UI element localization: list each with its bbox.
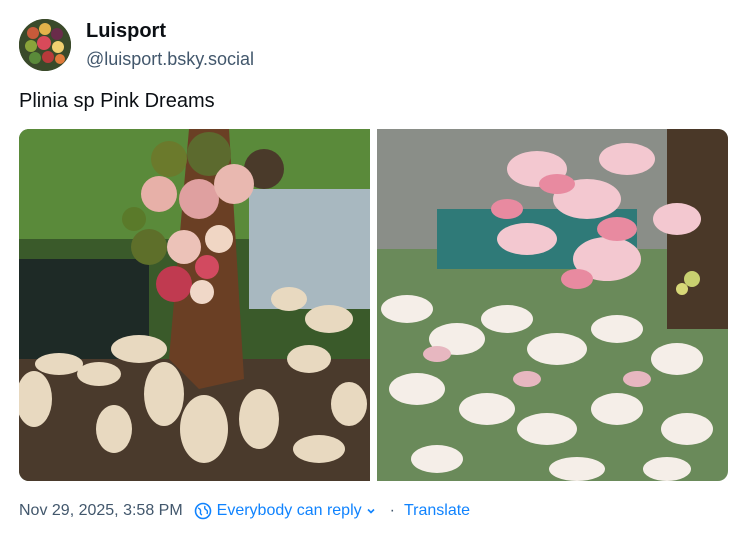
meta-separator: · <box>389 502 395 519</box>
post-image-2[interactable] <box>377 129 728 481</box>
author-display-name[interactable]: Luisport <box>86 20 166 43</box>
author-handle[interactable]: @luisport.bsky.social <box>86 49 254 70</box>
avatar[interactable] <box>19 19 71 71</box>
globe-icon <box>194 502 211 520</box>
post-image-1[interactable] <box>19 129 370 481</box>
reply-settings-label: Everybody can reply <box>216 502 362 519</box>
translate-link[interactable]: Translate <box>404 502 470 520</box>
chevron-down-icon <box>367 508 375 514</box>
post-timestamp[interactable]: Nov 29, 2025, 3:58 PM <box>19 502 183 520</box>
post-media-grid <box>19 129 728 481</box>
post-meta: Nov 29, 2025, 3:58 PM Everybody can repl… <box>19 502 470 520</box>
post-text: Plinia sp Pink Dreams <box>19 90 215 112</box>
reply-settings-button[interactable]: Everybody can reply <box>194 502 381 520</box>
fruit-basket-avatar-icon <box>19 19 71 71</box>
